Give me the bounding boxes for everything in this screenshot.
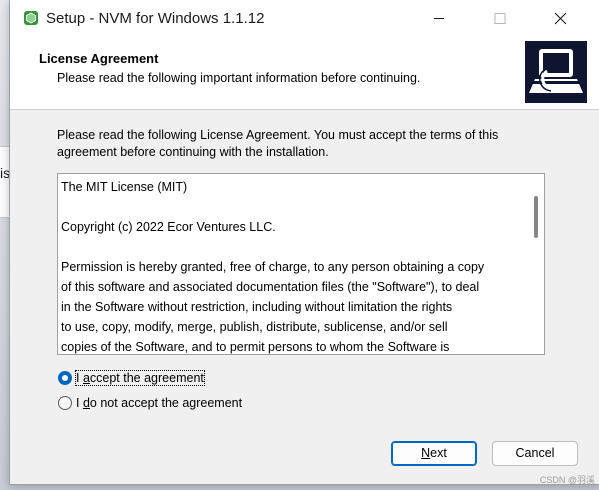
installer-computer-icon (525, 41, 587, 103)
minimize-icon (434, 18, 444, 19)
page-title: License Agreement (39, 51, 159, 66)
decline-label-rest: o not accept the agreement (89, 396, 243, 410)
close-icon (554, 12, 567, 25)
decline-label-accelerator: d (82, 396, 90, 410)
license-instructions: Please read the following License Agreem… (57, 128, 499, 159)
license-text: The MIT License (MIT) Copyright (c) 2022… (61, 180, 485, 354)
license-text-area[interactable]: The MIT License (MIT) Copyright (c) 2022… (57, 173, 545, 355)
maximize-icon (494, 13, 506, 24)
next-label-rest: ext (430, 446, 447, 460)
decline-agreement-option[interactable]: I do not accept the agreement (58, 394, 242, 412)
accept-label-rest: ccept the agreement (89, 371, 204, 385)
accept-agreement-option[interactable]: I accept the agreement (58, 369, 205, 387)
next-accelerator: N (421, 446, 431, 460)
radio-unselected-icon[interactable] (58, 396, 72, 410)
setup-window: Setup - NVM for Windows 1.1.12 License A… (9, 0, 599, 485)
wizard-header: License Agreement Please read the follow… (10, 37, 599, 110)
maximize-button[interactable] (477, 0, 523, 37)
cancel-button[interactable]: Cancel (492, 441, 578, 466)
license-scrollbar[interactable] (527, 174, 544, 354)
minimize-button[interactable] (416, 0, 462, 37)
accept-agreement-label[interactable]: I accept the agreement (75, 370, 205, 386)
watermark: CSDN @羽溪 (539, 475, 595, 485)
decline-agreement-label[interactable]: I do not accept the agreement (76, 396, 242, 410)
page-subtitle: Please read the following important info… (57, 71, 421, 85)
accept-label-accelerator: a (82, 371, 90, 385)
desktop-background: is Setup - NVM for Windows 1.1.12 Licens… (0, 0, 599, 490)
accept-label-prefix: I (76, 371, 83, 385)
decline-label-prefix: I (76, 396, 83, 410)
title-bar[interactable]: Setup - NVM for Windows 1.1.12 (10, 0, 599, 37)
scrollbar-thumb[interactable] (534, 196, 538, 238)
window-title: Setup - NVM for Windows 1.1.12 (46, 10, 265, 27)
radio-selected-icon[interactable] (58, 371, 72, 385)
close-button[interactable] (537, 0, 583, 37)
next-button[interactable]: Next (391, 441, 477, 466)
nvm-setup-icon (24, 11, 38, 25)
